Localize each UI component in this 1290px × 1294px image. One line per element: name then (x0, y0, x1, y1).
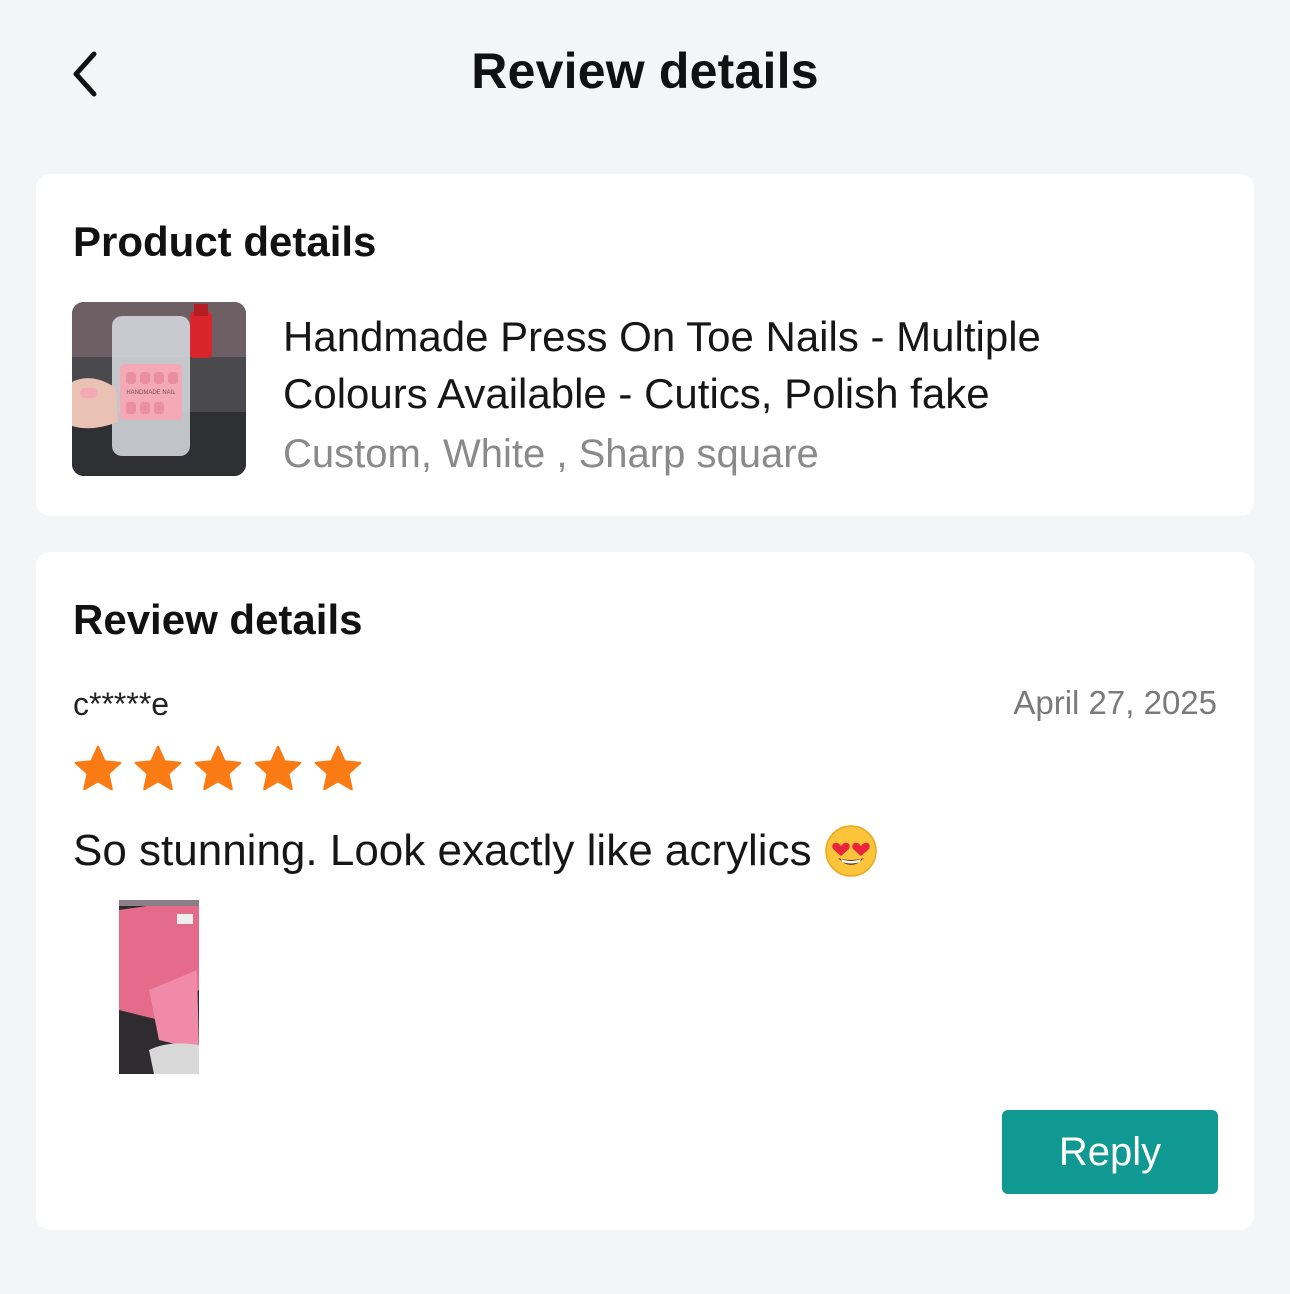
product-variant: Custom, White , Sharp square (283, 432, 819, 476)
product-image: HANDMADE NAIL (72, 302, 246, 476)
review-text: So stunning. Look exactly like acrylics (73, 826, 812, 875)
page-title: Review details (471, 43, 819, 99)
review-date: April 27, 2025 (1013, 684, 1217, 721)
product-details-card: Product details HANDMADE NAIL Handmade P… (36, 174, 1254, 516)
star-rating (73, 744, 363, 794)
review-section-title: Review details (73, 596, 363, 643)
reply-button[interactable]: Reply (1002, 1110, 1218, 1194)
product-name[interactable]: Handmade Press On Toe Nails - Multiple C… (283, 308, 1183, 422)
review-details-card: Review details c*****e April 27, 2025 So… (36, 552, 1254, 1230)
product-section-title: Product details (73, 218, 377, 265)
review-photo[interactable] (119, 900, 199, 1074)
star-icon (314, 745, 362, 791)
star-icon (74, 745, 122, 791)
header-bar: Review details (0, 0, 1290, 145)
star-icon (254, 745, 302, 791)
product-thumbnail[interactable]: HANDMADE NAIL (72, 302, 246, 476)
star-icon (194, 745, 242, 791)
star-icon (134, 745, 182, 791)
heart-eyes-emoji-icon (824, 825, 877, 877)
reviewer-name: c*****e (73, 686, 170, 722)
product-image-label: HANDMADE NAIL (126, 390, 176, 396)
review-text-row: So stunning. Look exactly like acrylics (73, 824, 878, 878)
